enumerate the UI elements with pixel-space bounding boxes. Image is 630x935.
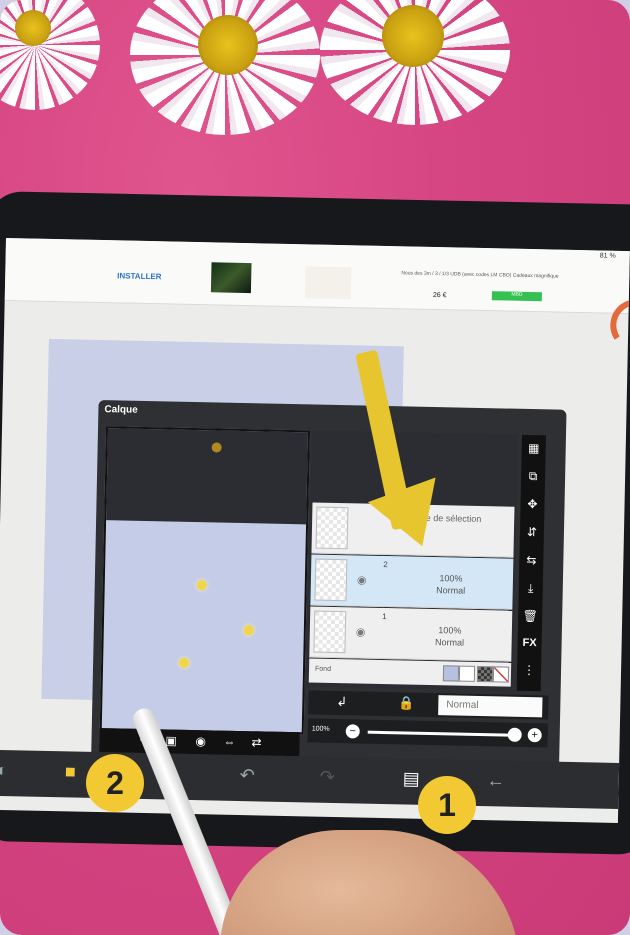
opacity-decrease-button[interactable]: − — [345, 724, 360, 739]
eye-icon[interactable]: ◉ — [356, 625, 366, 638]
camera-icon[interactable]: ◉ — [195, 734, 206, 748]
install-button[interactable]: INSTALLER — [117, 271, 161, 281]
trash-icon[interactable]: 🗑 — [518, 609, 542, 623]
merge-down-icon[interactable]: ⤓ — [519, 581, 543, 596]
eye-icon[interactable]: ◉ — [357, 573, 367, 586]
copy-layer-icon[interactable]: ⧉ — [521, 469, 545, 484]
layer-mode: Normal — [435, 637, 465, 648]
lock-icon[interactable]: 🔒 — [398, 695, 414, 711]
undo-icon[interactable]: ↶ — [240, 765, 256, 786]
layer-opacity: 100% — [438, 625, 462, 636]
layers-panel: Calque + ▣ ◉ ⇔ ⇄ Calque de sélection — [90, 399, 567, 782]
layer-row-1[interactable]: ◉ 1 100% Normal — [309, 606, 513, 662]
layer-number: 2 — [383, 559, 388, 570]
daisy-right — [320, 0, 510, 125]
opacity-slider-knob[interactable] — [507, 727, 522, 742]
ad-banner[interactable]: 81 % INSTALLER Nous des 3m / 3 / 1/3 UDB… — [4, 238, 630, 356]
background-label: Fond — [314, 665, 332, 673]
ad-price: 26 € — [432, 291, 447, 300]
layer-number: 1 — [382, 611, 387, 622]
preview-dot — [179, 657, 190, 668]
ad-description: Nous des 3m / 3 / 1/3 UDB (avec codes LM… — [401, 270, 559, 280]
opacity-slider[interactable] — [367, 730, 518, 737]
redo-icon[interactable]: ↷ — [320, 767, 336, 788]
ad-image-product — [304, 266, 630, 356]
ad-image-game — [210, 262, 252, 294]
preview-dark-region — [106, 428, 308, 525]
transform-icon[interactable]: ⇄ — [251, 735, 261, 749]
canvas-preview — [99, 426, 311, 735]
layer-list: Calque de sélection ◉ 2 100% Normal ◉ 1 … — [306, 430, 518, 691]
daisy-left — [0, 0, 100, 110]
flip-vertical-icon[interactable]: ⇵ — [520, 525, 544, 539]
badge-step-two: 2 — [86, 754, 144, 812]
blend-mode-select[interactable]: Normal — [438, 695, 543, 718]
bg-swatch-white[interactable] — [458, 665, 476, 682]
move-icon[interactable]: ✥ — [520, 497, 544, 511]
fx-icon[interactable]: FX — [518, 637, 542, 649]
opacity-increase-button[interactable]: + — [527, 728, 542, 743]
checker-icon[interactable]: ▦ — [522, 441, 546, 455]
photo-frame: 81 % INSTALLER Nous des 3m / 3 / 1/3 UDB… — [0, 0, 630, 935]
preview-dot — [196, 580, 207, 591]
opacity-value: 100% — [311, 725, 330, 733]
flip-icon[interactable]: ⇔ — [223, 735, 235, 749]
bg-swatch-checker[interactable] — [476, 665, 494, 683]
brush-icon[interactable]: ◐ — [0, 760, 8, 781]
preview-dot — [243, 625, 254, 636]
badge-step-one: 1 — [418, 776, 476, 834]
opacity-row: 100% − + — [307, 718, 548, 748]
layer-mode: Normal — [436, 585, 466, 596]
layers-icon[interactable]: ▤ — [403, 768, 420, 789]
back-icon[interactable]: ← — [487, 770, 505, 791]
flip-horizontal-icon[interactable]: ⇆ — [519, 553, 543, 567]
daisy-middle — [130, 0, 320, 135]
bg-swatch-none[interactable] — [492, 666, 510, 683]
ad-cta-button[interactable]: MBD — [491, 291, 542, 302]
more-icon[interactable]: ⋮ — [517, 663, 541, 677]
tablet-screen: 81 % INSTALLER Nous des 3m / 3 / 1/3 UDB… — [0, 238, 630, 823]
layer-side-toolbar: ▦ ⧉ ✥ ⇵ ⇆ ⤓ 🗑 FX ⋮ — [516, 434, 546, 692]
battery-status: 81 % — [599, 252, 616, 260]
clip-icon[interactable]: ↲ — [336, 694, 347, 710]
background-row[interactable]: Fond — [308, 658, 512, 687]
blend-row: ↲ 🔒 Normal — [308, 690, 549, 720]
layer-thumbnail — [314, 558, 348, 602]
layer-row-2[interactable]: ◉ 2 100% Normal — [310, 554, 514, 610]
panel-title: Calque — [104, 404, 138, 416]
layer-thumbnail — [315, 506, 349, 550]
layer-thumbnail — [313, 610, 347, 654]
bg-swatch-color[interactable] — [442, 665, 460, 682]
color-icon[interactable]: ■ — [65, 761, 76, 782]
layer-opacity: 100% — [439, 573, 463, 584]
